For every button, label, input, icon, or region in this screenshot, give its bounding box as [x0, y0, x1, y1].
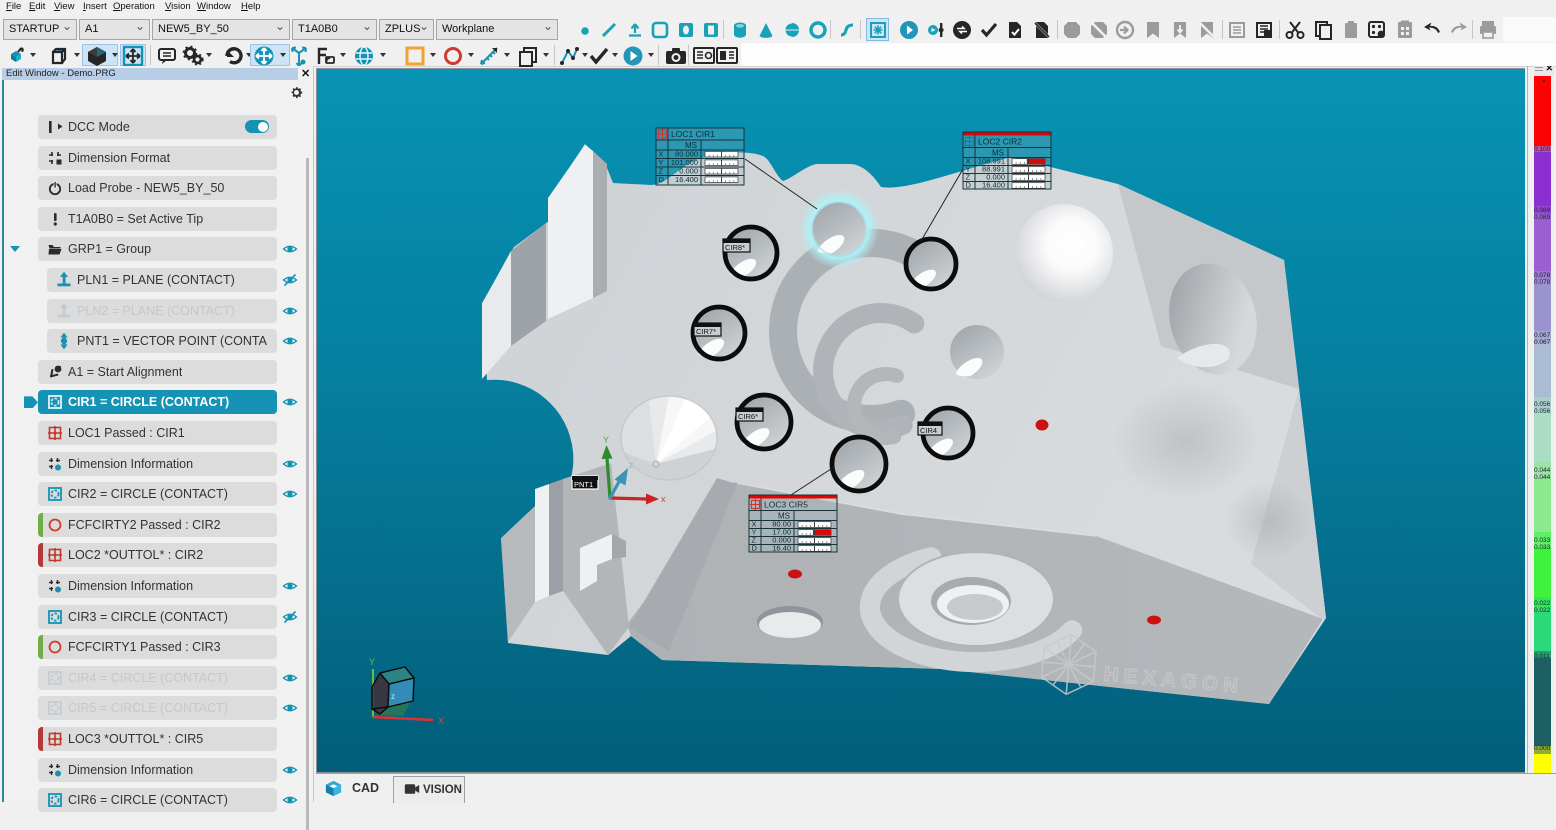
- svg-text:16.40: 16.40: [772, 544, 791, 553]
- svg-text:PNT1: PNT1: [574, 480, 593, 489]
- svg-text:16.400: 16.400: [982, 181, 1005, 190]
- svg-text:X: X: [438, 716, 444, 726]
- svg-text:CIR7*: CIR7*: [696, 327, 716, 336]
- svg-text:D: D: [752, 544, 758, 553]
- svg-text:Y: Y: [369, 657, 375, 667]
- svg-text:CIR8*: CIR8*: [725, 243, 745, 252]
- svg-text:D: D: [659, 175, 665, 184]
- svg-text:z: z: [391, 692, 395, 701]
- svg-text:D: D: [966, 181, 972, 190]
- svg-text:16.400: 16.400: [675, 175, 698, 184]
- svg-text:z: z: [629, 460, 634, 470]
- svg-text:CIR4: CIR4: [920, 426, 937, 435]
- svg-text:LOC2 CIR2: LOC2 CIR2: [978, 137, 1022, 147]
- svg-text:LOC1 CIR1: LOC1 CIR1: [671, 129, 715, 139]
- svg-text:x: x: [661, 494, 666, 504]
- svg-text:Y: Y: [603, 435, 609, 445]
- svg-text:LOC3 CIR5: LOC3 CIR5: [764, 500, 808, 510]
- svg-text:CIR6*: CIR6*: [738, 412, 758, 421]
